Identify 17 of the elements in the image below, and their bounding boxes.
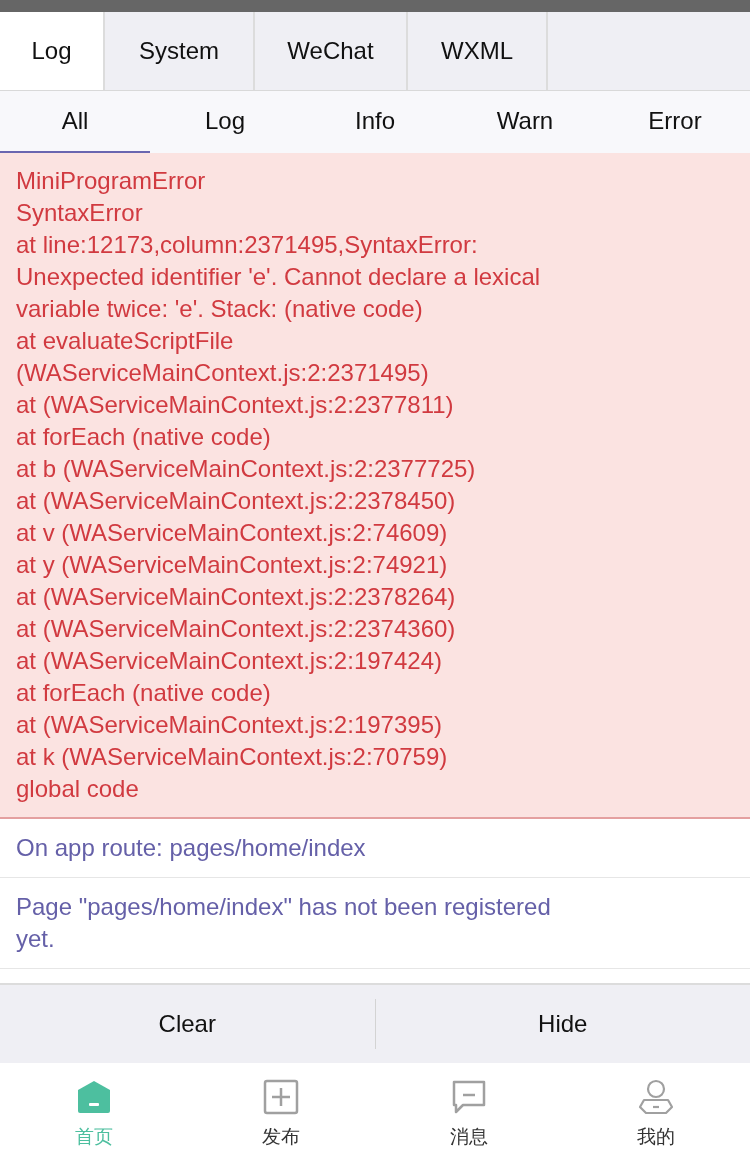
tab-label: 发布 xyxy=(262,1125,301,1149)
filter-tab[interactable]: Error xyxy=(600,91,750,153)
log-message: Page "pages/home/index" has not been registered yet. xyxy=(16,892,551,954)
hide-button[interactable]: Hide xyxy=(375,985,750,1063)
filter-tab[interactable]: Info xyxy=(300,91,450,153)
bottom-tab[interactable]: 发布 xyxy=(187,1063,375,1160)
bottom-tab[interactable]: 消息 xyxy=(375,1063,563,1160)
filter-tab[interactable]: Log xyxy=(150,91,300,153)
error-message: MiniProgramError SyntaxError at line:12173,column:2371495,SyntaxError: Unexpected identifier 'e'. Cannot declare a lexical variable twice: 'e'. Stack: (native code) at evaluateScriptFile (WAServiceMainContext.js:2:2371495) at (WAServiceMainContext.js:2:2377811) at forEach (native code) at b (WAServiceMainContext.js:2:2377725) at (WAServiceMainContext.js:2:2378450) at v (WAServiceMainContext.js:2:74609) at y (WAServiceMainContext.js:2:74921) at (WAServiceMainContext.js:2:2378264) at (WAServiceMainContext.js:2:2374360) at (WAServiceMainContext.js:2:197424) at forEach (native code) at (WAServiceMainContext.js:2:197395) at k (WAServiceMainContext.js:2:70759) global code xyxy=(16,166,541,804)
tab-label: 我的 xyxy=(637,1125,676,1149)
clear-button[interactable]: Clear xyxy=(0,985,375,1063)
log-message: On app route: pages/home/index xyxy=(16,833,366,863)
panel-tab[interactable]: Log xyxy=(0,12,105,90)
filter-tab[interactable]: Warn xyxy=(450,91,600,153)
tab-label: 消息 xyxy=(449,1125,488,1149)
bottom-tab[interactable]: 我的 xyxy=(562,1063,750,1160)
tab-label: 首页 xyxy=(74,1125,113,1149)
